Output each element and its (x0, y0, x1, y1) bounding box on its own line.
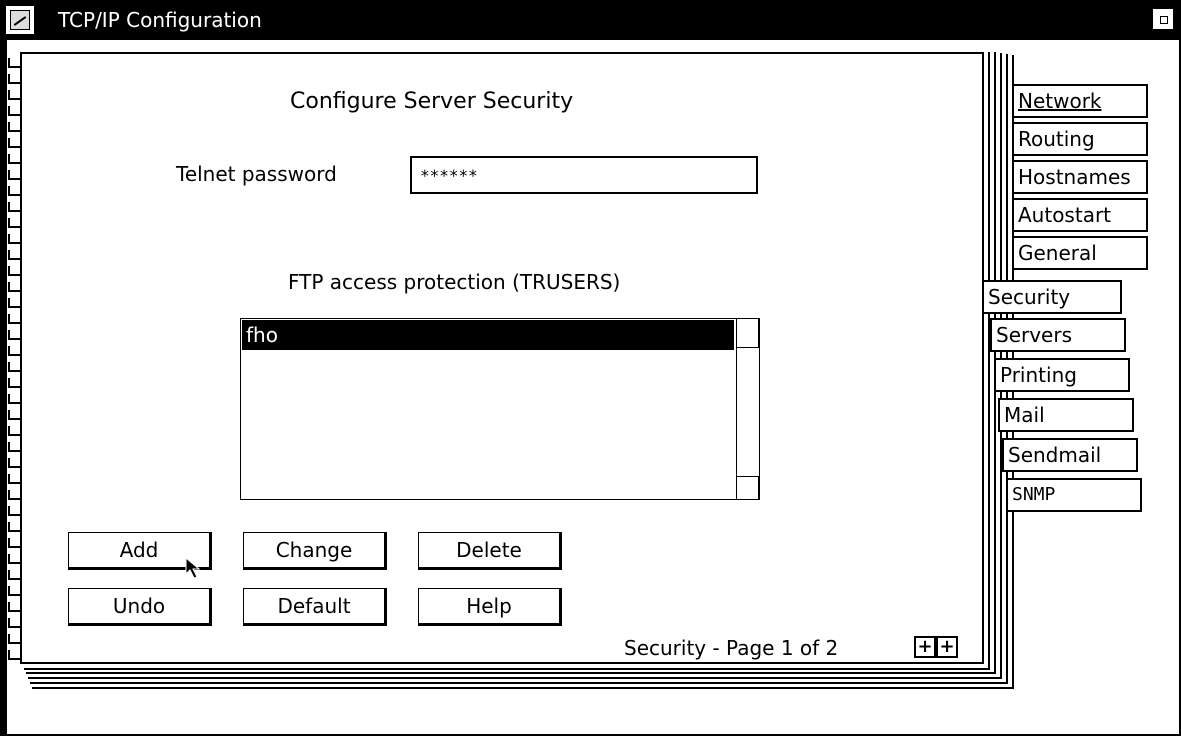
spiral-ring (8, 410, 30, 422)
help-button[interactable]: Help (418, 588, 562, 626)
tab-snmp[interactable]: SNMP (1006, 478, 1142, 512)
spiral-ring (8, 442, 30, 454)
spiral-ring (8, 394, 30, 406)
telnet-password-input[interactable] (412, 158, 756, 192)
list-item[interactable]: fho (242, 320, 734, 350)
spiral-ring (8, 170, 30, 182)
spiral-ring (8, 330, 30, 342)
spiral-ring (8, 282, 30, 294)
spiral-ring (8, 122, 30, 134)
spiral-ring (8, 458, 30, 470)
tab-security-label: Security (988, 285, 1071, 309)
tab-network-label: Network (1018, 89, 1102, 113)
undo-button-label: Undo (112, 594, 166, 618)
scroll-up-button[interactable] (737, 318, 759, 348)
page-indicator: Security - Page 1 of 2 (624, 636, 839, 660)
tab-network[interactable]: Network (1012, 84, 1148, 118)
spiral-ring (8, 634, 30, 646)
tab-servers-label: Servers (996, 323, 1073, 347)
tab-hostnames[interactable]: Hostnames (1012, 160, 1148, 194)
spiral-ring (8, 218, 30, 230)
spiral-ring (8, 346, 30, 358)
tab-mail[interactable]: Mail (998, 398, 1134, 432)
tab-autostart-label: Autostart (1018, 203, 1112, 227)
tab-general[interactable]: General (1012, 236, 1148, 270)
spiral-ring (8, 426, 30, 438)
help-button-label: Help (466, 594, 512, 618)
tab-mail-label: Mail (1004, 403, 1045, 427)
change-button-label: Change (275, 538, 353, 562)
spiral-ring (8, 74, 30, 86)
spiral-ring (8, 362, 30, 374)
spiral-ring (8, 378, 30, 390)
maximize-icon[interactable] (1152, 8, 1174, 30)
spiral-ring (8, 154, 30, 166)
tab-servers[interactable]: Servers (990, 318, 1126, 352)
tab-autostart[interactable]: Autostart (1012, 198, 1148, 232)
ftp-access-label: FTP access protection (TRUSERS) (288, 270, 621, 294)
spiral-ring (8, 90, 30, 102)
spiral-ring (8, 266, 30, 278)
spiral-ring (8, 506, 30, 518)
window-left-border (0, 40, 7, 736)
delete-button[interactable]: Delete (418, 532, 562, 570)
list-scrollbar[interactable] (736, 318, 760, 500)
list-item-label: fho (246, 323, 278, 347)
tab-sendmail[interactable]: Sendmail (1002, 438, 1138, 472)
window-title: TCP/IP Configuration (58, 8, 262, 32)
telnet-password-label: Telnet password (176, 162, 337, 186)
spiral-ring (8, 570, 30, 582)
page-title: Configure Server Security (290, 89, 574, 114)
tab-snmp-label: SNMP (1012, 484, 1056, 505)
undo-button[interactable]: Undo (68, 588, 212, 626)
spiral-ring (8, 554, 30, 566)
spiral-ring (8, 474, 30, 486)
spiral-ring (8, 586, 30, 598)
spiral-ring (8, 602, 30, 614)
spiral-ring (8, 522, 30, 534)
spiral-ring (8, 314, 30, 326)
title-bar[interactable]: TCP/IP Configuration (0, 0, 1181, 40)
tab-sendmail-label: Sendmail (1008, 443, 1102, 467)
change-button[interactable]: Change (243, 532, 387, 570)
telnet-password-field[interactable] (410, 156, 758, 194)
spiral-ring (8, 106, 30, 118)
mouse-pointer-icon (185, 556, 201, 579)
scroll-down-button[interactable] (737, 476, 759, 500)
spiral-ring (8, 490, 30, 502)
spiral-ring (8, 58, 30, 70)
spiral-ring (8, 234, 30, 246)
tab-printing[interactable]: Printing (994, 358, 1130, 392)
tab-routing[interactable]: Routing (1012, 122, 1148, 156)
delete-button-label: Delete (456, 538, 522, 562)
spiral-ring (8, 138, 30, 150)
spiral-ring (8, 202, 30, 214)
system-menu-icon[interactable] (6, 6, 34, 34)
spiral-ring (8, 186, 30, 198)
default-button[interactable]: Default (243, 588, 387, 626)
arrow-right-icon[interactable]: + (936, 636, 958, 658)
tab-hostnames-label: Hostnames (1018, 165, 1131, 189)
spiral-ring (8, 618, 30, 630)
spiral-ring (8, 298, 30, 310)
tab-routing-label: Routing (1018, 127, 1095, 151)
spiral-ring (8, 538, 30, 550)
spiral-ring (8, 250, 30, 262)
add-button-label: Add (119, 538, 159, 562)
spiral-binding (8, 58, 34, 660)
tab-printing-label: Printing (1000, 363, 1077, 387)
tab-security[interactable]: Security (984, 280, 1122, 314)
arrow-left-icon[interactable]: + (914, 636, 936, 658)
default-button-label: Default (277, 594, 351, 618)
spiral-ring (8, 650, 30, 662)
tab-general-label: General (1018, 241, 1097, 265)
